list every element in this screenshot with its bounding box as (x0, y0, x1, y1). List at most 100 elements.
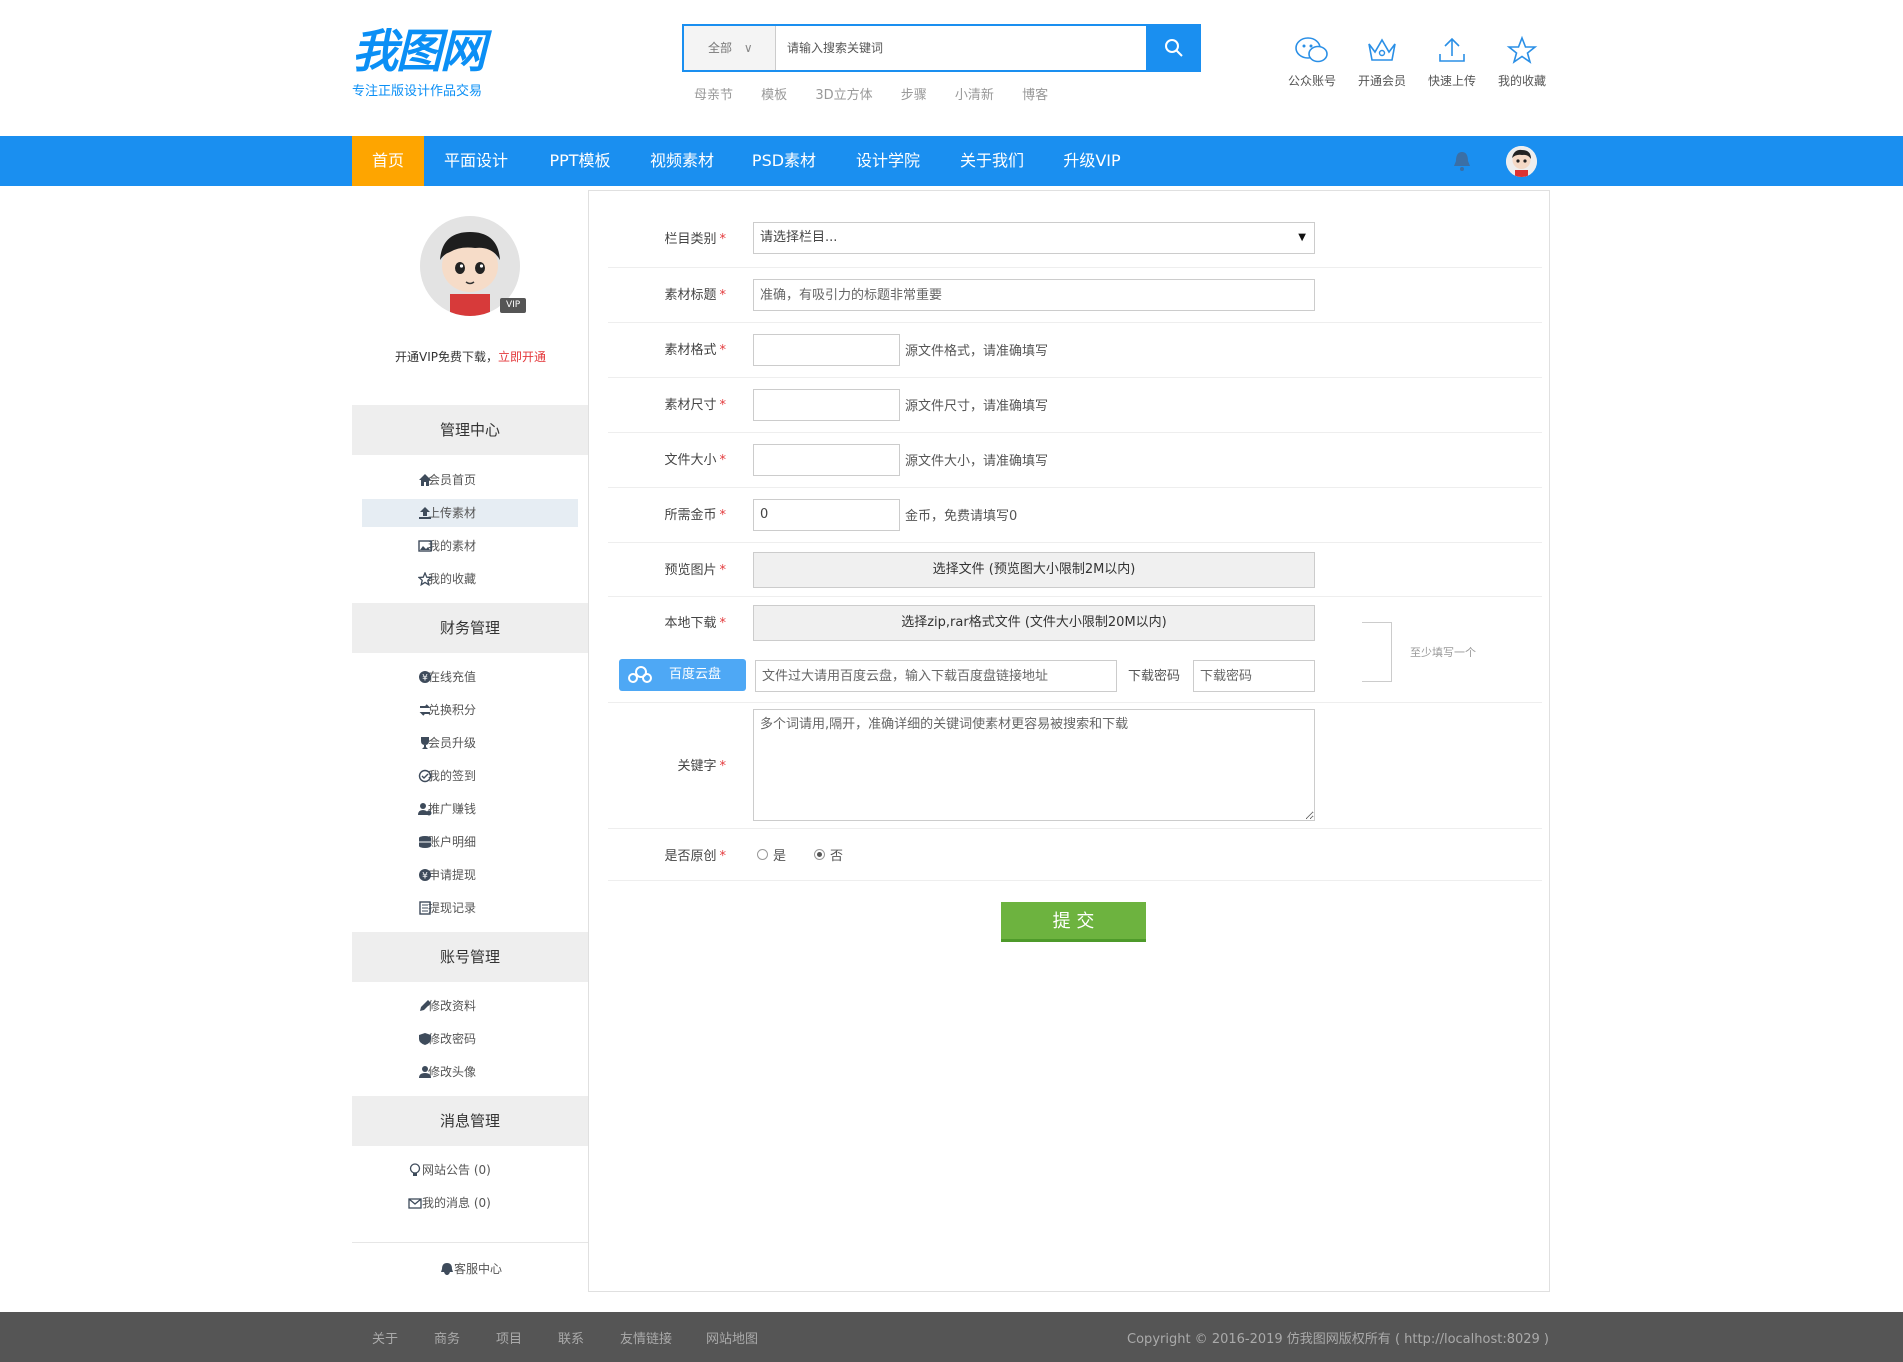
original-no-label[interactable]: 否 (830, 845, 843, 864)
sidebar-item-my-favorites[interactable]: 我的收藏 (362, 565, 578, 593)
size-input[interactable] (753, 389, 900, 421)
yen-icon: ¥ (419, 869, 431, 882)
section-messages: 消息管理 (352, 1096, 588, 1146)
sidebar-item-label: 我的素材 (428, 539, 477, 553)
sidebar-item-label: 修改头像 (428, 1065, 477, 1079)
footer-link-about[interactable]: 关于 (372, 1328, 398, 1347)
header: 我图网 专注正版设计作品交易 全部 ∨ 母亲节 模板 3D立方体 步骤 小清新 … (0, 0, 1903, 136)
sidebar-item-edit-profile[interactable]: 修改资料 (362, 992, 578, 1020)
search-category-select[interactable]: 全部 ∨ (684, 26, 776, 70)
sidebar-item-member-upgrade[interactable]: 会员升级 (362, 729, 578, 757)
nav-ppt[interactable]: PPT模板 (538, 136, 622, 186)
nav-home[interactable]: 首页 (352, 136, 424, 186)
vip-open-link[interactable]: 立即开通 (498, 350, 546, 364)
original-yes-radio[interactable] (757, 849, 768, 860)
original-yes-label[interactable]: 是 (773, 845, 786, 864)
label-text: 素材尺寸 (664, 398, 717, 413)
format-input[interactable] (753, 334, 900, 366)
sidebar-item-withdraw-records[interactable]: 提现记录 (362, 894, 578, 922)
label-text: 栏目类别 (664, 232, 717, 247)
download-password-input[interactable] (1193, 660, 1315, 692)
hot-word[interactable]: 模板 (761, 88, 787, 103)
quick-link-vip[interactable]: 开通会员 (1347, 34, 1417, 89)
hot-word[interactable]: 母亲节 (694, 88, 733, 103)
search-button[interactable] (1146, 24, 1201, 72)
hot-word[interactable]: 博客 (1022, 88, 1048, 103)
submit-button[interactable]: 提 交 (1001, 902, 1146, 942)
sidebar-item-change-password[interactable]: 修改密码 (362, 1025, 578, 1053)
user-icon (419, 1066, 431, 1078)
coins-input[interactable]: 0 (753, 499, 900, 531)
quick-link-label: 快速上传 (1427, 74, 1476, 88)
required-mark: * (719, 849, 727, 864)
baidu-link-input[interactable] (755, 660, 1117, 692)
sidebar-item-label: 兑换积分 (428, 703, 477, 717)
hot-word[interactable]: 3D立方体 (815, 88, 872, 103)
sidebar-item-label: 在线充值 (428, 670, 477, 684)
form-row-title: 素材标题 * (608, 268, 1542, 323)
nav-video[interactable]: 视频素材 (640, 136, 724, 186)
sidebar-item-promote[interactable]: 推广赚钱 (362, 795, 578, 823)
hot-word[interactable]: 小清新 (955, 88, 994, 103)
search-input[interactable] (777, 26, 1127, 70)
format-label: 素材格式 * (608, 339, 738, 358)
quick-link-label: 公众账号 (1287, 74, 1336, 88)
local-download-label: 本地下载 * (608, 612, 738, 631)
coins-label: 所需金币 * (608, 504, 738, 523)
sidebar-item-member-home[interactable]: 会员首页 (362, 466, 578, 494)
keywords-textarea[interactable] (753, 709, 1315, 821)
nav-graphic-design[interactable]: 平面设计 (434, 136, 518, 186)
service-divider (352, 1242, 588, 1243)
footer-link-friend-links[interactable]: 友情链接 (620, 1328, 672, 1347)
customer-service-link[interactable]: 客服中心 (362, 1255, 578, 1283)
user-avatar[interactable] (1506, 146, 1537, 177)
quick-link-upload[interactable]: 快速上传 (1417, 34, 1487, 89)
label-text: 素材标题 (664, 288, 717, 303)
size-hint: 源文件尺寸，请准确填写 (905, 399, 1049, 414)
original-no-radio[interactable] (814, 849, 825, 860)
footer-link-contact[interactable]: 联系 (558, 1328, 584, 1347)
sidebar-item-recharge[interactable]: ¥ 在线充值 (362, 663, 578, 691)
sidebar-item-my-materials[interactable]: 我的素材 (362, 532, 578, 560)
sidebar-item-withdraw[interactable]: ¥ 申请提现 (362, 861, 578, 889)
local-file-button[interactable]: 选择zip,rar格式文件 (文件大小限制20M以内) (753, 605, 1315, 641)
sidebar-item-label: 我的签到 (428, 769, 477, 783)
footer-link-business[interactable]: 商务 (434, 1328, 460, 1347)
sidebar-item-announcements[interactable]: 网站公告 (0) (362, 1156, 578, 1184)
avatar-image (1506, 146, 1537, 177)
logo-mark: 我图网 (352, 24, 486, 78)
sidebar-item-upload[interactable]: 上传素材 (362, 499, 578, 527)
footer-link-sitemap[interactable]: 网站地图 (706, 1328, 758, 1347)
main-nav: 首页 平面设计 PPT模板 视频素材 PSD素材 设计学院 关于我们 升级VIP (0, 136, 1903, 186)
logo-tagline: 专注正版设计作品交易 (352, 84, 483, 99)
required-mark: * (719, 453, 727, 468)
footer: 关于 商务 项目 联系 友情链接 网站地图 Copyright © 2016-2… (0, 1312, 1903, 1362)
sidebar-item-change-avatar[interactable]: 修改头像 (362, 1058, 578, 1086)
nav-about[interactable]: 关于我们 (950, 136, 1034, 186)
nav-psd[interactable]: PSD素材 (742, 136, 826, 186)
form-row-filesize: 文件大小 * 源文件大小，请准确填写 (608, 433, 1542, 488)
sidebar-item-account-detail[interactable]: 账户明细 (362, 828, 578, 856)
filesize-input[interactable] (753, 444, 900, 476)
title-input[interactable] (753, 279, 1315, 311)
nav-academy[interactable]: 设计学院 (846, 136, 930, 186)
database-icon (419, 836, 431, 848)
hot-word[interactable]: 步骤 (901, 88, 927, 103)
quick-link-favorites[interactable]: 我的收藏 (1487, 34, 1557, 89)
label-text: 素材格式 (664, 343, 717, 358)
shield-icon (419, 1033, 431, 1045)
download-password-label: 下载密码 (1128, 669, 1181, 684)
category-select[interactable]: 请选择栏目... ▼ (753, 222, 1315, 254)
size-label: 素材尺寸 * (608, 394, 738, 413)
sidebar-item-exchange-points[interactable]: 兑换积分 (362, 696, 578, 724)
sidebar-item-checkin[interactable]: 我的签到 (362, 762, 578, 790)
nav-upgrade-vip[interactable]: 升级VIP (1050, 136, 1134, 186)
bell-icon[interactable] (1452, 150, 1472, 172)
preview-file-button[interactable]: 选择文件 (预览图大小限制2M以内) (753, 552, 1315, 588)
sidebar-item-my-messages[interactable]: 我的消息 (0) (362, 1189, 578, 1217)
baidu-cloud-button[interactable]: 百度云盘 (619, 659, 746, 691)
site-logo[interactable]: 我图网 专注正版设计作品交易 (352, 24, 486, 99)
quick-link-wechat[interactable]: 公众账号 (1277, 34, 1347, 89)
footer-link-projects[interactable]: 项目 (496, 1328, 522, 1347)
category-select-value: 请选择栏目... (760, 230, 838, 245)
